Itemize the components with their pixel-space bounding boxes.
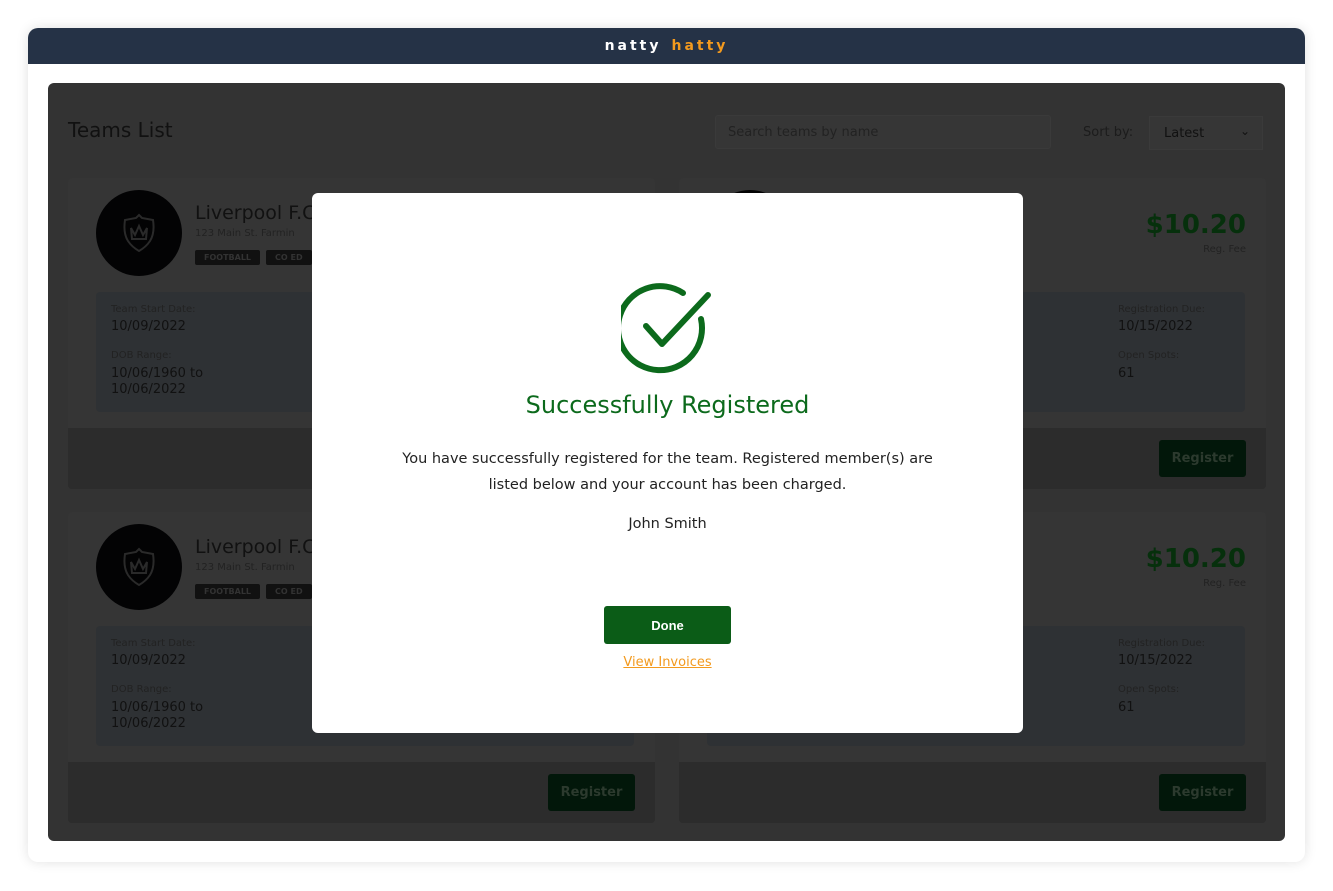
team-name[interactable]: Liverpool F.C bbox=[195, 202, 315, 224]
check-circle-icon bbox=[621, 283, 711, 374]
sort-select[interactable]: Latest ⌄ bbox=[1149, 116, 1263, 150]
dob-from: 10/06/1960 to bbox=[111, 700, 204, 715]
search-input[interactable]: Search teams by name bbox=[715, 115, 1051, 149]
reg-fee: $10.20 bbox=[1145, 210, 1246, 240]
due-label: Registration Due: bbox=[1118, 638, 1206, 649]
register-button[interactable]: Register bbox=[1159, 774, 1246, 811]
modal-message: You have successfully registered for the… bbox=[402, 451, 933, 493]
chevron-down-icon: ⌄ bbox=[1239, 124, 1250, 138]
register-button[interactable]: Register bbox=[548, 774, 635, 811]
team-address: 123 Main St. Farmin bbox=[195, 562, 295, 573]
team-tag: FOOTBALL bbox=[195, 584, 261, 599]
dob-label: DOB Range: bbox=[111, 350, 172, 361]
start-label: Team Start Date: bbox=[111, 304, 196, 315]
sort-value: Latest bbox=[1164, 126, 1205, 141]
done-button[interactable]: Done bbox=[604, 606, 731, 644]
logo-part2: hatty bbox=[671, 38, 729, 54]
registered-member: John Smith bbox=[628, 516, 707, 532]
spots-label: Open Spots: bbox=[1118, 350, 1180, 361]
dob-from: 10/06/1960 to bbox=[111, 366, 204, 381]
team-address: 123 Main St. Farmin bbox=[195, 228, 295, 239]
team-name[interactable]: Liverpool F.C bbox=[195, 536, 315, 558]
start-label: Team Start Date: bbox=[111, 638, 196, 649]
dob-to: 10/06/2022 bbox=[111, 716, 186, 731]
register-button[interactable]: Register bbox=[1159, 440, 1246, 477]
dob-to: 10/06/2022 bbox=[111, 382, 186, 397]
reg-fee-label: Reg. Fee bbox=[1203, 244, 1246, 255]
shield-crown-icon bbox=[123, 547, 155, 587]
spots-label: Open Spots: bbox=[1118, 684, 1180, 695]
success-modal: Successfully Registered You have success… bbox=[312, 193, 1023, 733]
top-bar: natty hatty bbox=[28, 28, 1305, 64]
shield-crown-icon bbox=[123, 213, 155, 253]
due-label: Registration Due: bbox=[1118, 304, 1206, 315]
logo-part1: natty bbox=[604, 38, 662, 54]
card-footer: Register bbox=[679, 762, 1266, 823]
team-tag: CO ED bbox=[266, 584, 312, 599]
page-title: Teams List bbox=[68, 118, 173, 142]
sort-label: Sort by: bbox=[1083, 125, 1134, 140]
open-spots: 61 bbox=[1118, 700, 1135, 715]
team-avatar bbox=[96, 190, 182, 276]
modal-title: Successfully Registered bbox=[525, 391, 810, 419]
start-date: 10/09/2022 bbox=[111, 319, 186, 334]
due-date: 10/15/2022 bbox=[1118, 653, 1193, 668]
dob-label: DOB Range: bbox=[111, 684, 172, 695]
team-tag: CO ED bbox=[266, 250, 312, 265]
open-spots: 61 bbox=[1118, 366, 1135, 381]
due-date: 10/15/2022 bbox=[1118, 319, 1193, 334]
reg-fee: $10.20 bbox=[1145, 544, 1246, 574]
team-avatar bbox=[96, 524, 182, 610]
start-date: 10/09/2022 bbox=[111, 653, 186, 668]
view-invoices-link[interactable]: View Invoices bbox=[312, 655, 1023, 670]
team-tag: FOOTBALL bbox=[195, 250, 261, 265]
card-footer: Register bbox=[68, 762, 655, 823]
reg-fee-label: Reg. Fee bbox=[1203, 578, 1246, 589]
